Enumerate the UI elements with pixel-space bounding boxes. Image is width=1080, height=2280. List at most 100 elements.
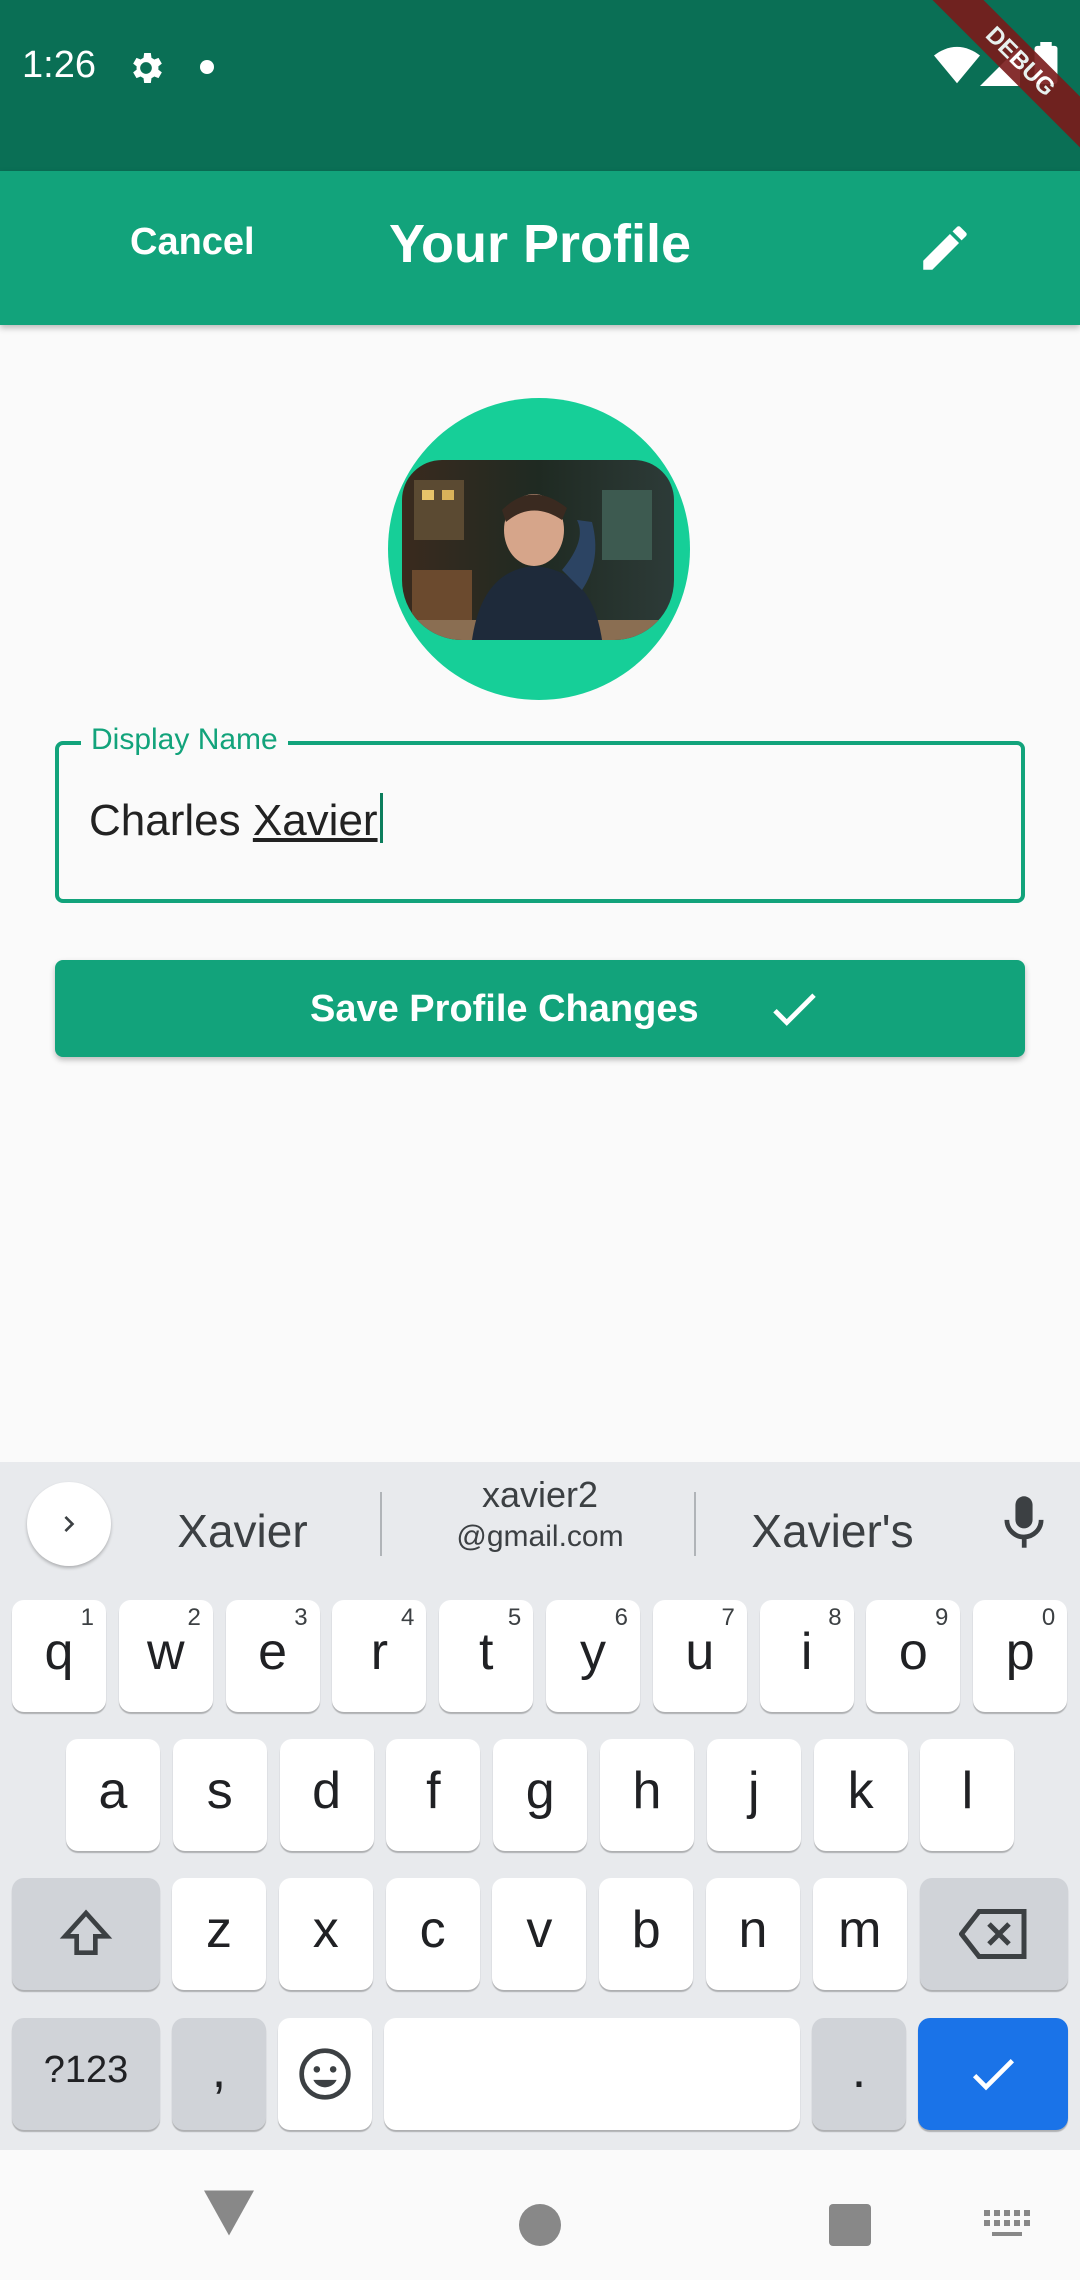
navigation-bar xyxy=(0,2150,1080,2280)
key-n[interactable]: n xyxy=(706,1878,800,1990)
key-u[interactable]: u7 xyxy=(652,1600,747,1712)
suggestion-divider xyxy=(694,1492,696,1556)
key-hint: 7 xyxy=(721,1604,735,1631)
key-s[interactable]: s xyxy=(172,1739,267,1851)
wifi-icon xyxy=(934,46,980,84)
gear-icon xyxy=(133,53,162,83)
key-label: i xyxy=(800,1623,813,1681)
key-x[interactable]: x xyxy=(278,1878,373,1990)
microphone-icon[interactable] xyxy=(998,1492,1050,1552)
key-k[interactable]: k xyxy=(813,1739,908,1851)
backspace-icon xyxy=(959,1909,1027,1959)
pencil-icon[interactable] xyxy=(916,219,974,277)
suggestion-2-line1: xavier2 xyxy=(481,1474,599,1515)
key-z[interactable]: z xyxy=(172,1878,266,1990)
app-bar: Cancel Your Profile xyxy=(0,171,1080,325)
key-label: m xyxy=(838,1901,882,1959)
suggestion-3[interactable]: Xavier's xyxy=(710,1504,955,1558)
key-label: r xyxy=(370,1623,389,1681)
save-profile-button[interactable]: Save Profile Changes xyxy=(55,960,1025,1057)
key-f[interactable]: f xyxy=(386,1739,481,1851)
profile-photo xyxy=(402,460,674,640)
key-label: e xyxy=(258,1623,288,1681)
key-hint: 5 xyxy=(507,1604,522,1631)
key-hint: 6 xyxy=(614,1604,628,1631)
key-o[interactable]: o9 xyxy=(866,1600,961,1712)
key-label: k xyxy=(847,1762,874,1820)
key-b[interactable]: b xyxy=(599,1878,694,1990)
suggestion-2-line2: @gmail.com xyxy=(456,1520,624,1553)
display-name-last: Xavier xyxy=(252,796,378,845)
key-p[interactable]: p0 xyxy=(973,1600,1068,1712)
backspace-key[interactable] xyxy=(920,1878,1068,1990)
key-label: h xyxy=(632,1762,662,1820)
save-profile-label: Save Profile Changes xyxy=(310,988,699,1030)
key-h[interactable]: h xyxy=(600,1739,694,1851)
keyboard-switch-icon[interactable] xyxy=(984,2210,1030,2240)
display-name-field[interactable]: Display Name Charles Xavier xyxy=(55,723,1025,903)
check-icon xyxy=(773,993,816,1026)
key-e[interactable]: e3 xyxy=(225,1600,320,1712)
suggestion-divider xyxy=(380,1492,382,1556)
key-label: s xyxy=(206,1762,233,1820)
key-q[interactable]: q1 xyxy=(12,1600,106,1712)
key-g[interactable]: g xyxy=(493,1739,588,1851)
key-label: a xyxy=(98,1762,128,1820)
enter-key[interactable] xyxy=(918,2018,1068,2130)
key-m[interactable]: m xyxy=(812,1878,907,1990)
display-name-first: Charles xyxy=(89,796,253,845)
key-label: x xyxy=(312,1901,339,1959)
key-label: y xyxy=(580,1623,606,1681)
key-y[interactable]: y6 xyxy=(546,1600,640,1712)
text-caret xyxy=(379,793,383,843)
key-v[interactable]: v xyxy=(492,1878,587,1990)
key-t[interactable]: t5 xyxy=(439,1600,534,1712)
status-time: 1:26 xyxy=(22,44,96,86)
recents-square-icon[interactable] xyxy=(829,2204,871,2246)
key-label: g xyxy=(525,1762,555,1820)
key-i[interactable]: i8 xyxy=(759,1600,854,1712)
suggestion-2[interactable]: xavier2 @gmail.com xyxy=(390,1474,690,1554)
key-r[interactable]: r4 xyxy=(332,1600,427,1712)
key-w[interactable]: w2 xyxy=(118,1600,213,1712)
key-label: c xyxy=(419,1901,446,1959)
avatar[interactable] xyxy=(388,398,690,700)
key-hint: 3 xyxy=(294,1604,308,1631)
key-label: l xyxy=(961,1762,974,1820)
check-icon xyxy=(972,2059,1014,2091)
key-label: o xyxy=(898,1623,928,1681)
key-label: d xyxy=(312,1762,342,1820)
key-label: u xyxy=(685,1623,715,1681)
emoji-icon xyxy=(299,2048,351,2100)
display-name-input[interactable]: Charles Xavier xyxy=(89,793,383,846)
period-key[interactable]: . xyxy=(812,2018,906,2130)
home-circle-icon[interactable] xyxy=(519,2204,561,2246)
symbols-key[interactable]: ?123 xyxy=(12,2018,160,2130)
expand-suggestions-button[interactable] xyxy=(27,1482,111,1566)
suggestion-strip: Xavier xavier2 @gmail.com Xavier's xyxy=(0,1462,1080,1582)
emoji-key[interactable] xyxy=(278,2018,372,2130)
suggestion-1[interactable]: Xavier xyxy=(120,1504,365,1558)
space-key[interactable] xyxy=(384,2018,800,2130)
key-label: w xyxy=(147,1623,185,1681)
key-label: j xyxy=(748,1762,760,1820)
soft-keyboard: Xavier xavier2 @gmail.com Xavier's q1w2e… xyxy=(0,1462,1080,2150)
status-bar: 1:26 DEBUG xyxy=(0,0,1080,171)
dot-icon xyxy=(200,60,214,74)
key-d[interactable]: d xyxy=(279,1739,374,1851)
shift-key[interactable] xyxy=(12,1878,160,1990)
key-label: z xyxy=(206,1901,232,1959)
back-triangle-icon[interactable] xyxy=(204,2190,254,2236)
key-label: t xyxy=(478,1623,494,1681)
key-j[interactable]: j xyxy=(706,1739,801,1851)
key-label: f xyxy=(426,1762,441,1820)
key-a[interactable]: a xyxy=(66,1739,160,1851)
key-hint: 9 xyxy=(935,1604,949,1631)
key-l[interactable]: l xyxy=(920,1739,1015,1851)
key-hint: 1 xyxy=(80,1604,94,1631)
key-c[interactable]: c xyxy=(385,1878,480,1990)
shift-icon xyxy=(59,1909,113,1955)
comma-key[interactable]: , xyxy=(172,2018,266,2130)
key-hint: 0 xyxy=(1041,1604,1056,1631)
key-label: p xyxy=(1005,1623,1035,1681)
